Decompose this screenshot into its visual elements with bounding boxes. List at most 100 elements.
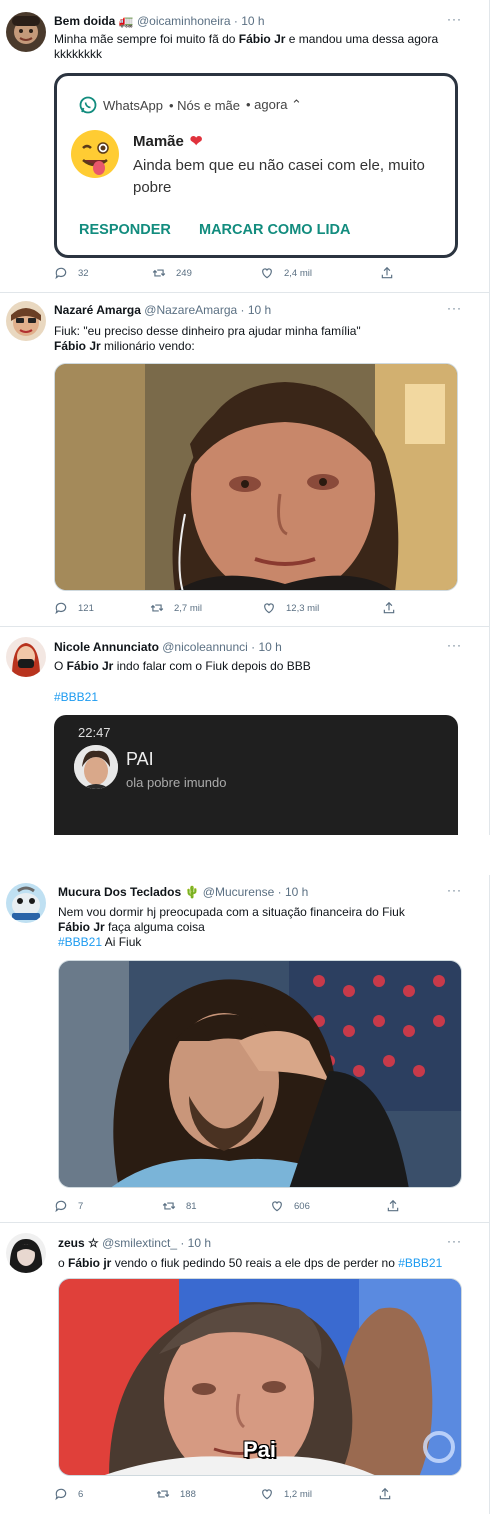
media-phone-screen[interactable]: 22:47 PAI ola pobre imundo [54, 715, 458, 835]
text-bold: Fábio Jr [54, 339, 101, 353]
media-whatsapp-notification[interactable]: WhatsApp • Nós e mãe • agora ⌃ Mamãe ❤ A… [54, 73, 458, 258]
notification-body: Ainda bem que eu não casei com ele, muit… [133, 157, 425, 196]
reply-count: 32 [78, 267, 89, 279]
caller-avatar [74, 745, 118, 789]
media-image[interactable]: Pai [58, 1278, 462, 1476]
more-options-icon[interactable]: ··· [447, 638, 462, 652]
reply-icon [55, 1200, 67, 1213]
text-bold: Fábio jr [68, 1256, 112, 1270]
like-icon [272, 1201, 282, 1212]
tweet-header: Bem doida 🚛 @oicaminhoneira · 10 h [54, 14, 265, 29]
notification-app: WhatsApp [103, 97, 163, 113]
handle[interactable]: @NazareAmarga [144, 303, 237, 317]
tweet-actions: 32 249 2,4 mil [54, 266, 414, 282]
text-bold: Fábio Jr [238, 32, 286, 46]
display-name[interactable]: Bem doida [54, 14, 115, 28]
timestamp[interactable]: · 10 h [278, 885, 309, 899]
winking-face-emoji-icon [69, 128, 121, 180]
timestamp[interactable]: · 10 h [241, 303, 272, 317]
timestamp[interactable]: · 10 h [251, 640, 282, 654]
handle[interactable]: @smilextinct_ [102, 1236, 177, 1250]
avatar[interactable] [6, 1233, 46, 1273]
caller-message: ola pobre imundo [126, 775, 227, 790]
handle[interactable]: @Mucurense [203, 885, 275, 899]
display-name[interactable]: Mucura Dos Teclados [58, 885, 181, 899]
reply-button[interactable]: 6 [54, 1487, 83, 1501]
more-options-icon[interactable]: ··· [447, 1234, 462, 1248]
mark-read-button[interactable]: MARCAR COMO LIDA [199, 222, 350, 238]
more-options-icon[interactable]: ··· [447, 12, 462, 26]
reply-icon [55, 1488, 67, 1501]
reply-count: 6 [78, 1488, 84, 1500]
media-image[interactable] [54, 363, 458, 591]
tweet-header: Nicole Annunciato @nicoleannunci · 10 h [54, 640, 282, 655]
text-segment: Minha mãe sempre foi muito fã do [54, 32, 239, 46]
display-name[interactable]: Nazaré Amarga [54, 303, 141, 317]
text-line: Fiuk: "eu preciso desse dinheiro pra aju… [54, 324, 361, 338]
more-options-icon[interactable]: ··· [447, 883, 462, 897]
tweet-actions: 6 188 1,2 mil [54, 1487, 414, 1503]
more-options-icon[interactable]: ··· [447, 301, 462, 315]
media-image[interactable] [58, 960, 462, 1188]
hashtag-link[interactable]: #BBB21 [58, 935, 102, 949]
reply-count: 121 [78, 602, 94, 614]
text-line: Nem vou dormir hj preocupada com a situa… [58, 905, 405, 919]
tweet-header: Mucura Dos Teclados 🌵 @Mucurense · 10 h [58, 885, 308, 900]
retweet-button[interactable]: 188 [156, 1487, 196, 1501]
whatsapp-icon [79, 96, 97, 114]
tweet[interactable]: Nazaré Amarga @NazareAmarga · 10 h ··· F… [0, 293, 490, 627]
retweet-count: 2,7 mil [174, 602, 202, 614]
like-icon [262, 1489, 272, 1500]
text-segment: o [58, 1256, 69, 1270]
like-button[interactable]: 12,3 mil [262, 601, 319, 615]
reply-button[interactable]: 121 [54, 601, 94, 615]
like-button[interactable]: 606 [270, 1199, 310, 1213]
share-icon [381, 266, 393, 279]
retweet-button[interactable]: 81 [162, 1199, 197, 1213]
tweet[interactable]: Bem doida 🚛 @oicaminhoneira · 10 h ··· M… [0, 0, 490, 293]
retweet-count: 249 [176, 267, 192, 279]
display-name[interactable]: Nicole Annunciato [54, 640, 159, 654]
share-button[interactable] [378, 1487, 392, 1501]
phone-clock: 22:47 [78, 725, 111, 740]
face-photo [55, 364, 457, 590]
handle[interactable]: @oicaminhoneira [137, 14, 231, 28]
like-icon [262, 268, 272, 279]
handle[interactable]: @nicoleannunci [162, 640, 248, 654]
display-name[interactable]: zeus ☆ [58, 1236, 99, 1250]
share-button[interactable] [380, 266, 394, 280]
like-button[interactable]: 2,4 mil [260, 266, 312, 280]
retweet-button[interactable]: 249 [152, 266, 192, 280]
retweet-icon [156, 1490, 170, 1498]
tweet-actions: 7 81 606 [54, 1199, 414, 1215]
tweet[interactable]: Mucura Dos Teclados 🌵 @Mucurense · 10 h … [0, 875, 490, 1223]
reply-count: 7 [78, 1200, 84, 1212]
reply-button[interactable]: RESPONDER [79, 222, 171, 238]
share-button[interactable] [386, 1199, 400, 1213]
like-count: 1,2 mil [284, 1488, 312, 1500]
timestamp[interactable]: · 10 h [234, 14, 265, 28]
timestamp[interactable]: · 10 h [180, 1236, 211, 1250]
like-button[interactable]: 1,2 mil [260, 1487, 312, 1501]
share-button[interactable] [382, 601, 396, 615]
text-bold: Fábio Jr [58, 920, 105, 934]
avatar[interactable] [6, 637, 46, 677]
reply-button[interactable]: 32 [54, 266, 89, 280]
avatar[interactable] [6, 883, 46, 923]
truck-emoji: 🚛 [118, 14, 134, 28]
text-segment: Ai Fiuk [102, 935, 142, 949]
reply-button[interactable]: 7 [54, 1199, 83, 1213]
avatar[interactable] [6, 301, 46, 341]
text-segment: milionário vendo: [100, 339, 195, 353]
avatar[interactable] [6, 12, 46, 52]
share-icon [387, 1199, 399, 1212]
share-icon [383, 601, 395, 614]
tweet[interactable]: zeus ☆ @smilextinct_ · 10 h ··· o Fábio … [0, 1223, 490, 1514]
tweet-actions: 121 2,7 mil 12,3 mil [54, 601, 414, 617]
cactus-emoji: 🌵 [184, 885, 200, 899]
tweet[interactable]: Nicole Annunciato @nicoleannunci · 10 h … [0, 627, 490, 835]
text-bold: Fábio Jr [66, 659, 114, 673]
hashtag-link[interactable]: #BBB21 [54, 690, 454, 705]
retweet-button[interactable]: 2,7 mil [150, 601, 202, 615]
hashtag-link[interactable]: #BBB21 [398, 1256, 442, 1270]
